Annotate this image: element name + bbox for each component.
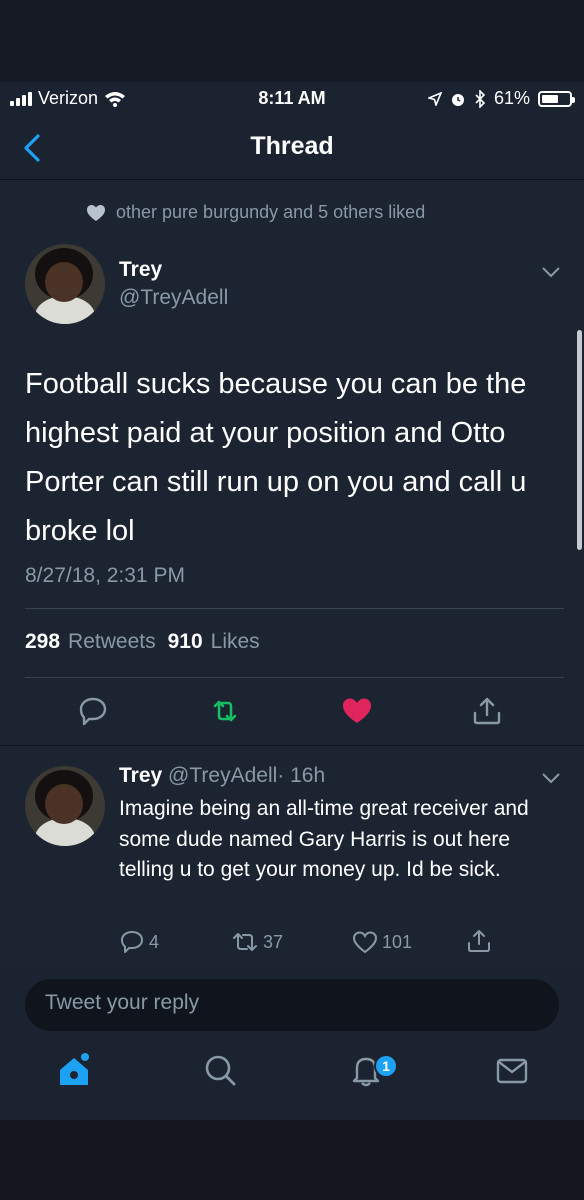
retweet-icon[interactable] <box>209 695 241 727</box>
heart-icon <box>87 204 105 221</box>
compose-bar: Tweet your reply 1 <box>0 964 584 1120</box>
avatar[interactable] <box>25 244 105 324</box>
avatar-face <box>45 784 83 824</box>
bottom-margin <box>0 1120 584 1200</box>
reply-count: 4 <box>149 931 160 952</box>
like-icon[interactable] <box>341 695 373 727</box>
notifications-badge: 1 <box>374 1054 398 1078</box>
location-icon <box>427 91 442 106</box>
tweet-actions <box>0 695 584 735</box>
home-icon[interactable] <box>54 1050 94 1090</box>
reply-author-name: Trey <box>119 764 163 787</box>
reply-time: · 16h <box>277 764 326 787</box>
reply-reply-action[interactable]: 4 <box>119 930 159 954</box>
tab-bar <box>0 1050 584 1106</box>
top-margin <box>0 0 584 82</box>
alarm-icon <box>451 93 464 106</box>
battery-percent: 61% <box>493 88 530 108</box>
thread-content[interactable]: other pure burgundy and 5 others liked T… <box>0 180 584 964</box>
status-right: 61% <box>427 88 575 109</box>
author-handle[interactable]: @TreyAdell <box>119 286 228 310</box>
retweets-stat[interactable]: 298 Retweets <box>25 630 156 654</box>
divider <box>25 608 564 609</box>
avatar-face <box>45 262 83 302</box>
author-name[interactable]: Trey <box>119 258 162 282</box>
likes-stat[interactable]: 910 Likes <box>168 630 260 654</box>
tweet-stats: 298 Retweets 910 Likes <box>25 630 260 654</box>
bluetooth-icon <box>475 89 486 108</box>
reply-retweet-action[interactable]: 37 <box>231 930 283 954</box>
chevron-down-icon[interactable] <box>541 266 561 278</box>
reply-icon[interactable] <box>77 695 109 727</box>
reply-retweet-count: 37 <box>263 931 284 952</box>
retweets-count: 298 <box>25 630 61 653</box>
reply-text: Imagine being an all-time great receiver… <box>119 797 529 881</box>
page-title: Thread <box>250 132 334 160</box>
reply-icon <box>121 931 143 953</box>
reply-header[interactable]: Trey @TreyAdell· 16h <box>119 764 325 788</box>
retweets-label: Retweets <box>68 630 156 653</box>
divider <box>0 745 584 746</box>
heart-outline-icon <box>352 931 378 954</box>
battery-fill <box>542 94 558 103</box>
social-context[interactable]: other pure burgundy and 5 others liked <box>86 202 425 223</box>
search-icon[interactable] <box>200 1050 240 1090</box>
likes-count: 910 <box>167 630 203 653</box>
reply-avatar[interactable] <box>25 766 105 846</box>
tweet-timestamp: 8/27/18, 2:31 PM <box>25 564 185 587</box>
reply-actions: 4 37 101 <box>0 926 584 958</box>
share-icon[interactable] <box>466 928 492 954</box>
social-context-text: other pure burgundy and 5 others liked <box>116 202 426 222</box>
battery-icon <box>538 90 575 107</box>
share-icon[interactable] <box>471 695 503 727</box>
reply-author-handle: @TreyAdell <box>168 764 278 787</box>
navigation-bar: Thread <box>0 116 584 180</box>
chevron-down-icon[interactable] <box>541 772 561 784</box>
status-bar: Verizon 8:11 AM 61% <box>0 82 584 116</box>
likes-label: Likes <box>210 630 260 653</box>
scrollbar[interactable] <box>577 330 582 550</box>
messages-icon[interactable] <box>492 1050 532 1090</box>
reply-like-action[interactable]: 101 <box>352 930 412 954</box>
reply-input[interactable]: Tweet your reply <box>25 979 559 1031</box>
reply-like-count: 101 <box>382 931 413 952</box>
tweet-text: Football sucks because you can be the hi… <box>25 368 527 547</box>
divider <box>25 677 564 678</box>
retweet-icon <box>233 933 257 951</box>
